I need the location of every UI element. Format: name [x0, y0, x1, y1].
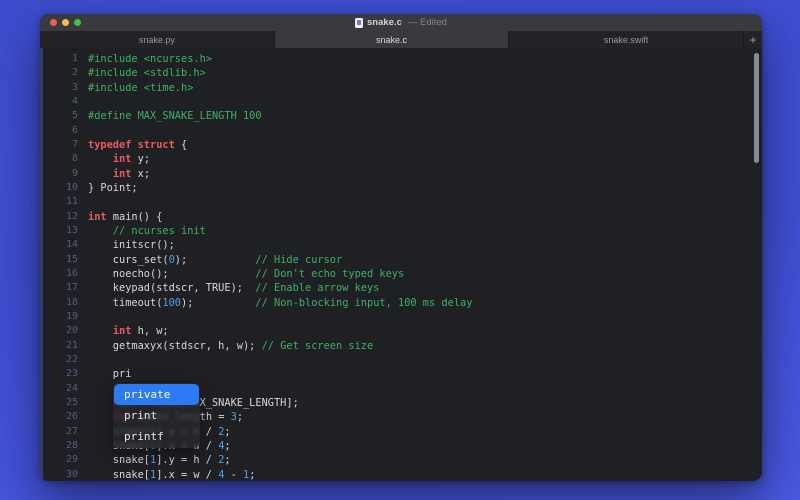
line-number: 3	[40, 81, 78, 95]
code-text: initscr();	[88, 238, 175, 252]
line-number: 28	[40, 439, 78, 453]
window-title-text: snake.c	[367, 14, 402, 31]
line-number: 15	[40, 253, 78, 267]
code-line[interactable]: 4	[40, 95, 762, 109]
line-number: 7	[40, 138, 78, 152]
code-line[interactable]: 21 getmaxyx(stdscr, h, w); // Get screen…	[40, 339, 762, 353]
code-line[interactable]: 30 snake[1].x = w / 4 - 1;	[40, 468, 762, 481]
code-text: int main() {	[88, 210, 162, 224]
code-line[interactable]: 2 #include <stdlib.h>	[40, 66, 762, 80]
line-number: 8	[40, 152, 78, 166]
desktop-background: snake.c — Edited snake.pysnake.csnake.sw…	[0, 0, 800, 500]
code-text: int y;	[88, 152, 150, 166]
code-text: curs_set(0); // Hide cursor	[88, 253, 342, 267]
line-number: 6	[40, 124, 78, 138]
line-number: 10	[40, 181, 78, 195]
code-text: #include <ncurses.h>	[88, 52, 212, 66]
code-text: #include <time.h>	[88, 81, 193, 95]
code-line[interactable]: 15 curs_set(0); // Hide cursor	[40, 253, 762, 267]
line-number: 23	[40, 367, 78, 381]
code-line[interactable]: 9 int x;	[40, 167, 762, 181]
window-left-edge	[40, 48, 43, 481]
code-text: int h, w;	[88, 324, 169, 338]
tab-snake.py[interactable]: snake.py	[40, 31, 275, 48]
code-line[interactable]: 14 initscr();	[40, 238, 762, 252]
code-line[interactable]: 17 keypad(stdscr, TRUE); // Enable arrow…	[40, 281, 762, 295]
zoom-button[interactable]	[74, 19, 81, 26]
line-number: 24	[40, 382, 78, 396]
minimize-button[interactable]	[62, 19, 69, 26]
code-line[interactable]: 10 } Point;	[40, 181, 762, 195]
code-line[interactable]: 6	[40, 124, 762, 138]
line-number: 14	[40, 238, 78, 252]
autocomplete-item-private[interactable]: private	[114, 384, 199, 405]
line-number: 21	[40, 339, 78, 353]
line-number: 30	[40, 468, 78, 481]
line-number: 17	[40, 281, 78, 295]
line-number: 2	[40, 66, 78, 80]
code-text: // ncurses init	[88, 224, 206, 238]
line-number: 26	[40, 410, 78, 424]
code-text: getmaxyx(stdscr, h, w); // Get screen si…	[88, 339, 373, 353]
tab-bar: snake.pysnake.csnake.swift+	[40, 31, 762, 48]
code-line[interactable]: 23 pri	[40, 367, 762, 381]
autocomplete-popup: privateprintprintf	[113, 383, 200, 448]
line-number: 11	[40, 195, 78, 209]
line-number: 25	[40, 396, 78, 410]
tab-snake.swift[interactable]: snake.swift	[509, 31, 744, 48]
code-line[interactable]: 20 int h, w;	[40, 324, 762, 338]
line-number: 22	[40, 353, 78, 367]
new-tab-button[interactable]: +	[744, 31, 762, 48]
line-number: 16	[40, 267, 78, 281]
line-number: 12	[40, 210, 78, 224]
line-number: 19	[40, 310, 78, 324]
code-text: typedef struct {	[88, 138, 187, 152]
code-line[interactable]: 5 #define MAX_SNAKE_LENGTH 100	[40, 109, 762, 123]
traffic-lights	[50, 14, 81, 31]
code-line[interactable]: 7 typedef struct {	[40, 138, 762, 152]
code-line[interactable]: 3 #include <time.h>	[40, 81, 762, 95]
code-text: pri	[88, 367, 131, 381]
code-line[interactable]: 22	[40, 353, 762, 367]
window-title: snake.c — Edited	[355, 14, 447, 31]
code-text: } Point;	[88, 181, 138, 195]
editor-window: snake.c — Edited snake.pysnake.csnake.sw…	[40, 14, 762, 481]
code-text: snake[1].y = h / 2;	[88, 453, 231, 467]
code-text: #include <stdlib.h>	[88, 66, 206, 80]
tab-snake.c[interactable]: snake.c	[275, 31, 510, 48]
close-button[interactable]	[50, 19, 57, 26]
window-titlebar: snake.c — Edited	[40, 14, 762, 31]
code-line[interactable]: 16 noecho(); // Don't echo typed keys	[40, 267, 762, 281]
scrollbar-thumb[interactable]	[754, 53, 759, 163]
line-number: 27	[40, 425, 78, 439]
line-number: 29	[40, 453, 78, 467]
autocomplete-item-print[interactable]: print	[114, 405, 199, 426]
code-line[interactable]: 29 snake[1].y = h / 2;	[40, 453, 762, 467]
window-title-edited-suffix: — Edited	[408, 14, 447, 31]
line-number: 13	[40, 224, 78, 238]
code-line[interactable]: 18 timeout(100); // Non-blocking input, …	[40, 296, 762, 310]
code-line[interactable]: 13 // ncurses init	[40, 224, 762, 238]
code-line[interactable]: 12 int main() {	[40, 210, 762, 224]
line-number: 4	[40, 95, 78, 109]
code-line[interactable]: 19	[40, 310, 762, 324]
line-number: 1	[40, 52, 78, 66]
autocomplete-item-printf[interactable]: printf	[114, 426, 199, 447]
code-text: timeout(100); // Non-blocking input, 100…	[88, 296, 472, 310]
code-line[interactable]: 1 #include <ncurses.h>	[40, 52, 762, 66]
code-text: snake[1].x = w / 4 - 1;	[88, 468, 255, 481]
line-number: 20	[40, 324, 78, 338]
line-number: 18	[40, 296, 78, 310]
line-number: 9	[40, 167, 78, 181]
code-text: keypad(stdscr, TRUE); // Enable arrow ke…	[88, 281, 379, 295]
code-editor[interactable]: 1 #include <ncurses.h> 2 #include <stdlib.h…	[40, 48, 762, 481]
code-line[interactable]: 11	[40, 195, 762, 209]
code-text: #define MAX_SNAKE_LENGTH 100	[88, 109, 262, 123]
code-text: noecho(); // Don't echo typed keys	[88, 267, 404, 281]
code-line[interactable]: 8 int y;	[40, 152, 762, 166]
line-number: 5	[40, 109, 78, 123]
document-icon	[355, 18, 363, 28]
code-text: int x;	[88, 167, 150, 181]
